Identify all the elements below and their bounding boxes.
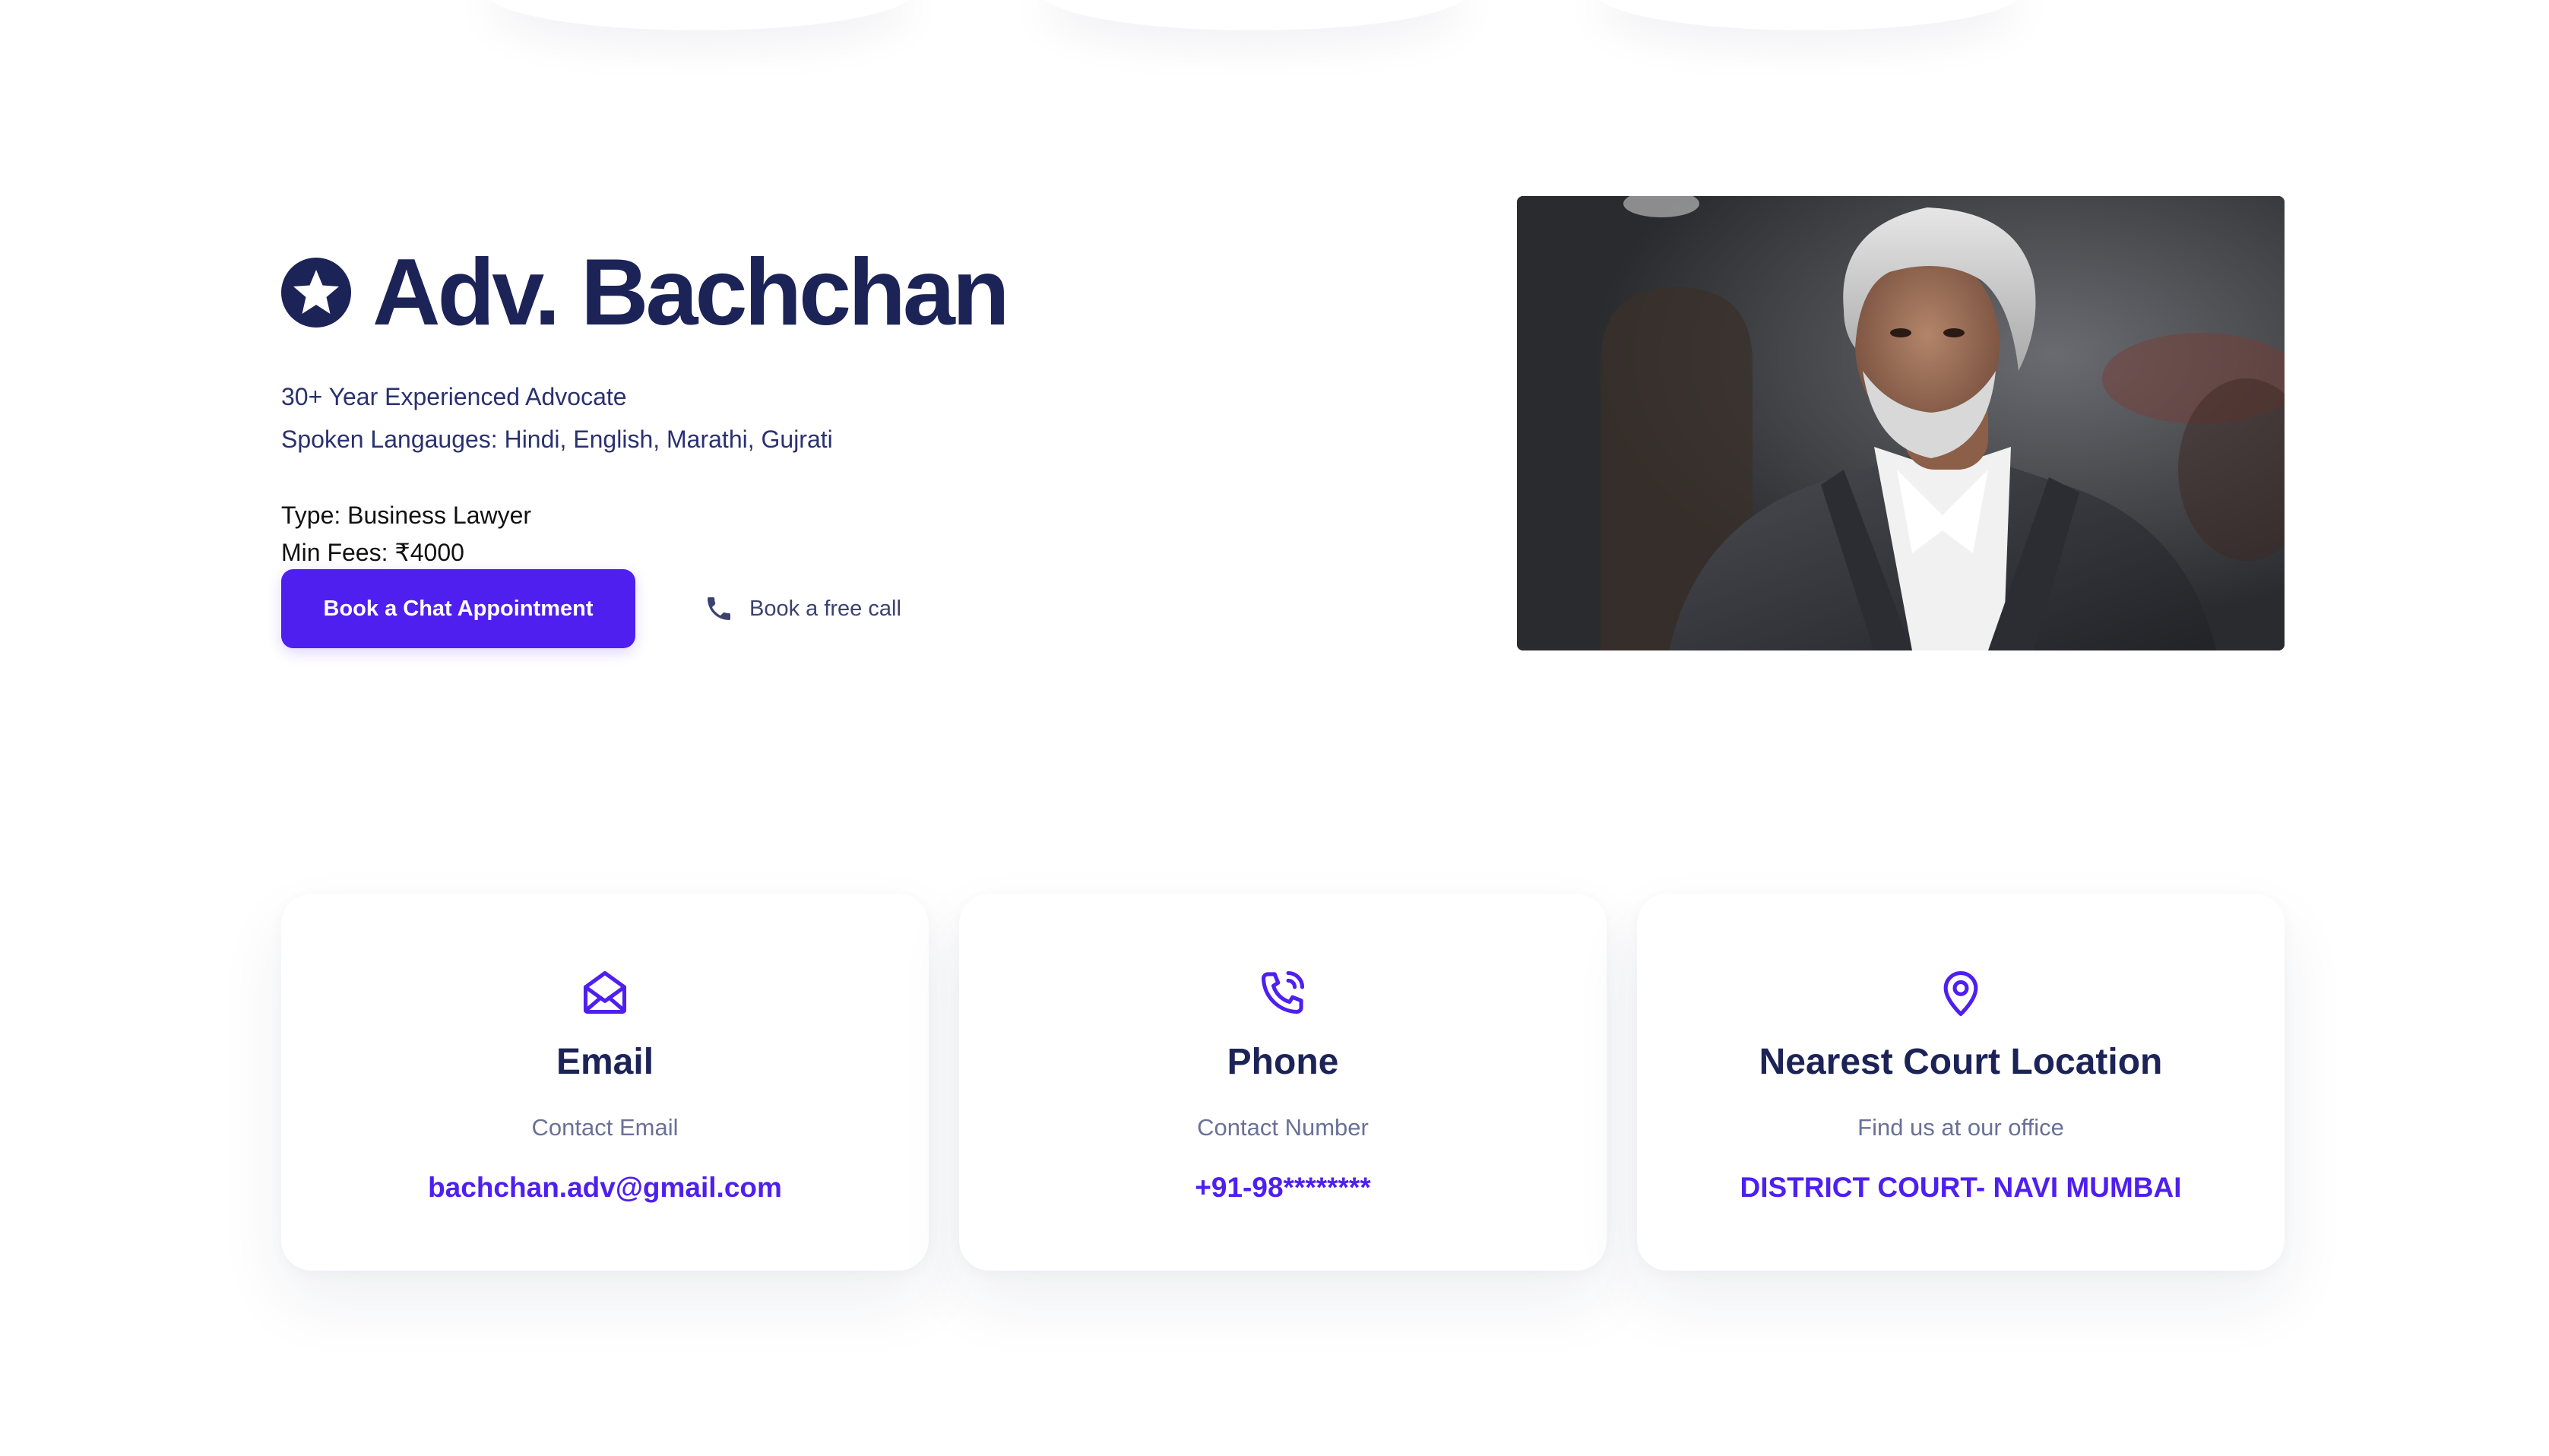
hero-section: Adv. Bachchan 30+ Year Experienced Advoc…: [281, 243, 1345, 648]
hero-actions: Book a Chat Appointment Book a free call: [281, 569, 1345, 648]
card-subtitle: Contact Email: [531, 1114, 679, 1141]
page: Adv. Bachchan 30+ Year Experienced Advoc…: [0, 0, 2549, 1456]
court-location-card: Nearest Court Location Find us at our of…: [1637, 894, 2285, 1271]
card-title: Nearest Court Location: [1759, 1042, 2163, 1082]
header-shadow: [1596, 0, 2022, 30]
header-shadow: [1041, 0, 1467, 30]
phone-card: Phone Contact Number +91-98********: [959, 894, 1607, 1271]
map-pin-icon: [1943, 971, 1978, 1016]
book-chat-appointment-button[interactable]: Book a Chat Appointment: [281, 569, 635, 648]
card-title: Phone: [1227, 1042, 1339, 1082]
phone-icon: [708, 597, 730, 620]
star-badge-icon: [281, 258, 351, 328]
mail-open-icon: [583, 970, 627, 1014]
email-card: Email Contact Email bachchan.adv@gmail.c…: [281, 894, 929, 1271]
court-location-link[interactable]: DISTRICT COURT- NAVI MUMBAI: [1637, 1173, 2285, 1201]
languages-text: Spoken Langauges: Hindi, English, Marath…: [281, 426, 833, 453]
header-shadow: [486, 0, 912, 30]
min-fees-text: Min Fees: ₹4000: [281, 539, 464, 566]
book-free-call-link[interactable]: Book a free call: [704, 593, 901, 624]
page-title: Adv. Bachchan: [372, 240, 1010, 345]
card-title: Email: [556, 1042, 654, 1082]
email-link[interactable]: bachchan.adv@gmail.com: [281, 1173, 929, 1201]
contact-cards: Email Contact Email bachchan.adv@gmail.c…: [281, 894, 2285, 1271]
book-free-call-label: Book a free call: [749, 596, 901, 621]
card-subtitle: Find us at our office: [1857, 1114, 2064, 1141]
title-row: Adv. Bachchan: [281, 243, 1345, 342]
phone-ringing-icon: [1261, 970, 1305, 1014]
card-subtitle: Contact Number: [1197, 1114, 1369, 1141]
lawyer-type-text: Type: Business Lawyer: [281, 502, 532, 529]
phone-link[interactable]: +91-98********: [959, 1173, 1607, 1201]
lawyer-portrait: [1517, 196, 2285, 650]
experience-text: 30+ Year Experienced Advocate: [281, 383, 627, 410]
